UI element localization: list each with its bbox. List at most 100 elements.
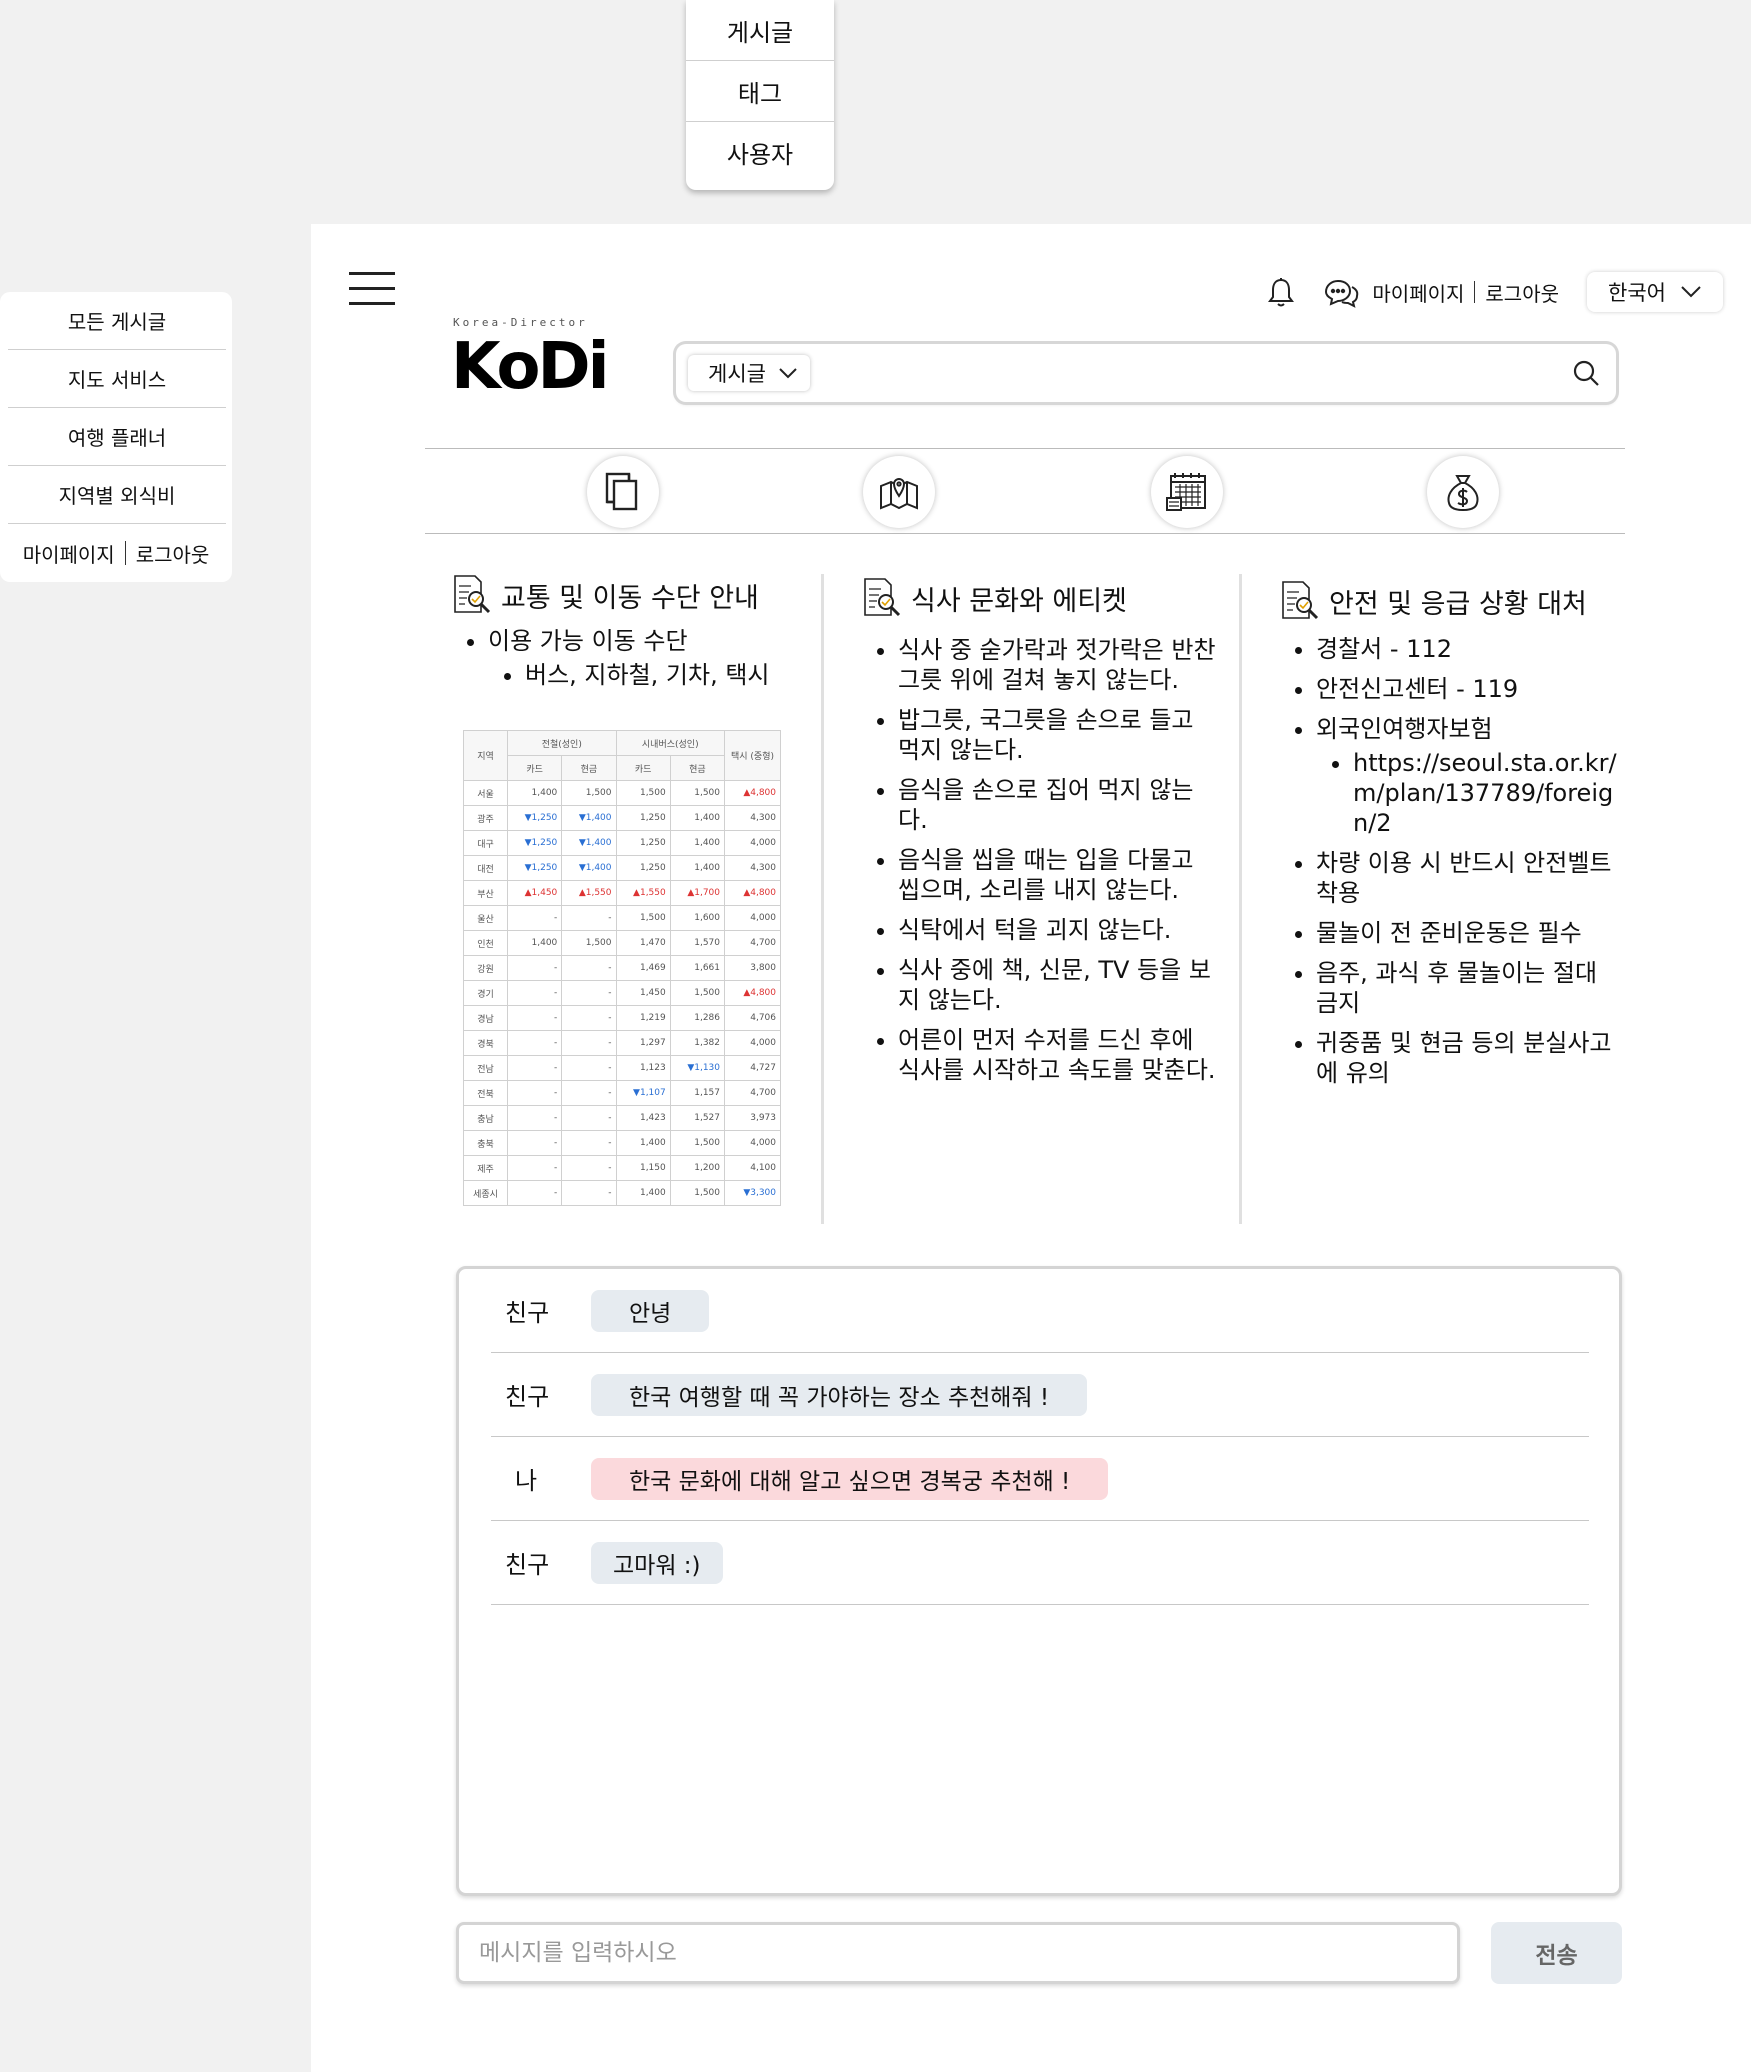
side-menu-dining-cost[interactable]: 지역별 외식비 bbox=[8, 466, 226, 524]
table-row: 서울 1,400 1,500 1,500 1,500 ▲4,800 bbox=[462, 780, 781, 806]
table-row: 전남 - -1,123 ▼1,130 4,727 bbox=[462, 1055, 781, 1081]
scope-option-posts[interactable]: 게시글 bbox=[686, 0, 834, 61]
table-cell: 1,500 bbox=[669, 1130, 726, 1156]
table-header: 카드 bbox=[507, 755, 563, 781]
table-cell: - bbox=[561, 1105, 617, 1131]
hamburger-menu-icon[interactable] bbox=[349, 272, 395, 306]
table-cell: 4,700 bbox=[724, 930, 781, 956]
table-cell: 1,123 bbox=[615, 1055, 671, 1081]
table-cell: - bbox=[561, 1130, 617, 1156]
table-cell: ▲4,800 bbox=[724, 980, 781, 1006]
table-header: 카드 bbox=[615, 755, 671, 781]
list-item: 물놀이 전 준비운동은 필수 bbox=[1316, 918, 1619, 948]
table-cell: 4,000 bbox=[724, 1030, 781, 1056]
fare-table: 지역 전철(성인) 시내버스(성인) 택시 (중형) 카드 현금 카드 현금 서… bbox=[462, 730, 781, 1206]
mypage-link[interactable]: 마이페이지 bbox=[1372, 278, 1464, 307]
language-value: 한국어 bbox=[1608, 281, 1666, 305]
table-row: 인천 1,400 1,500 1,470 1,570 4,700 bbox=[462, 930, 781, 956]
table-cell: ▲1,450 bbox=[507, 880, 563, 906]
dining-section: 식사 문화와 에티켓 식사 중 숟가락과 젓가락은 반찬 그릇 위에 걸쳐 놓지… bbox=[861, 574, 1221, 1085]
send-button[interactable]: 전송 bbox=[1491, 1922, 1622, 1984]
table-cell-region: 대전 bbox=[462, 855, 509, 881]
triangle-up-icon: ▲ bbox=[524, 888, 532, 898]
table-cell: - bbox=[561, 980, 617, 1006]
table-row: 경남 - -1,219 1,286 4,706 bbox=[462, 1005, 781, 1031]
table-cell-region: 광주 bbox=[462, 805, 509, 831]
table-cell: 1,400 bbox=[507, 780, 563, 806]
table-cell: ▼1,250 bbox=[507, 830, 563, 856]
table-cell: 4,000 bbox=[724, 830, 781, 856]
table-cell: 1,500 bbox=[561, 780, 617, 806]
side-menu-map-service[interactable]: 지도 서비스 bbox=[8, 350, 226, 408]
side-menu: 모든 게시글 지도 서비스 여행 플래너 지역별 외식비 마이페이지 로그아웃 bbox=[0, 292, 232, 582]
table-cell: ▲1,700 bbox=[669, 880, 726, 906]
table-cell-region: 울산 bbox=[462, 905, 509, 931]
list-item: 안전신고센터 - 119 bbox=[1316, 674, 1619, 704]
side-menu-all-posts[interactable]: 모든 게시글 bbox=[8, 292, 226, 350]
table-cell: - bbox=[561, 955, 617, 981]
side-menu-logout-link[interactable]: 로그아웃 bbox=[136, 539, 210, 568]
table-cell: 1,500 bbox=[669, 1180, 726, 1206]
table-cell: 1,450 bbox=[615, 980, 671, 1006]
kodi-logo[interactable]: Korea-Director KoDi bbox=[451, 316, 611, 416]
chat-bubble: 고마워 :) bbox=[591, 1541, 723, 1584]
table-cell: 4,100 bbox=[724, 1155, 781, 1181]
table-cell: 3,800 bbox=[724, 955, 781, 981]
search-scope-value: 게시글 bbox=[708, 362, 766, 386]
list-item: 외국인여행자보험 https://seoul.sta.or.kr/m/plan/… bbox=[1316, 714, 1619, 838]
category-nav bbox=[425, 448, 1625, 534]
chat-sender: 친구 bbox=[505, 1299, 550, 1327]
message-input[interactable] bbox=[456, 1922, 1460, 1984]
scope-option-tags[interactable]: 태그 bbox=[686, 61, 834, 122]
table-cell: 1,600 bbox=[669, 905, 726, 931]
documents-icon[interactable] bbox=[587, 456, 659, 528]
list-item: 식사 중 숟가락과 젓가락은 반찬 그릇 위에 걸쳐 놓지 않는다. bbox=[898, 635, 1221, 695]
chevron-down-icon bbox=[1681, 286, 1701, 298]
planner-icon[interactable] bbox=[1151, 456, 1223, 528]
triangle-down-icon: ▼ bbox=[578, 863, 586, 873]
logout-link[interactable]: 로그아웃 bbox=[1485, 278, 1559, 307]
search-scope-select[interactable]: 게시글 bbox=[688, 355, 810, 391]
chat-bubble: 안녕 bbox=[591, 1289, 710, 1332]
table-cell: 1,661 bbox=[669, 955, 726, 981]
table-cell: 1,400 bbox=[615, 1130, 671, 1156]
table-cell-region: 강원 bbox=[462, 955, 509, 981]
search-input[interactable] bbox=[821, 353, 1556, 393]
chat-window[interactable]: 친구 안녕 친구 한국 여행할 때 꼭 가야하는 장소 추천해줘 ! 나 한국 … bbox=[456, 1266, 1622, 1896]
table-cell: 1,250 bbox=[615, 830, 671, 856]
language-select[interactable]: 한국어 bbox=[1587, 272, 1723, 312]
scope-option-users[interactable]: 사용자 bbox=[686, 122, 834, 183]
map-icon[interactable] bbox=[863, 456, 935, 528]
side-menu-mypage-link[interactable]: 마이페이지 bbox=[23, 539, 115, 568]
document-search-icon bbox=[1282, 581, 1319, 620]
table-cell: 1,527 bbox=[669, 1105, 726, 1131]
logo-tagline: Korea-Director bbox=[453, 316, 588, 329]
table-cell: 4,700 bbox=[724, 1080, 781, 1106]
table-cell-region: 경남 bbox=[462, 1005, 509, 1031]
table-cell: 4,300 bbox=[724, 855, 781, 881]
list-item: 밥그릇, 국그릇을 손으로 들고 먹지 않는다. bbox=[898, 705, 1221, 765]
triangle-down-icon: ▼ bbox=[524, 838, 532, 848]
chat-sender: 친구 bbox=[505, 1551, 550, 1579]
bell-icon[interactable] bbox=[1262, 273, 1300, 311]
fare-table-body: 서울 1,400 1,500 1,500 1,500 ▲4,800 광주 ▼1,250 ▼1,4… bbox=[462, 780, 781, 1206]
table-cell: 1,382 bbox=[669, 1030, 726, 1056]
table-cell: 4,000 bbox=[724, 1130, 781, 1156]
money-bag-icon[interactable] bbox=[1427, 456, 1499, 528]
table-cell-region: 충북 bbox=[462, 1130, 509, 1156]
column-divider bbox=[1239, 574, 1242, 1224]
list-item: 이용 가능 이동 수단 버스, 지하철, 기차, 택시 bbox=[488, 626, 771, 690]
search-icon[interactable] bbox=[1568, 355, 1604, 391]
side-menu-travel-planner[interactable]: 여행 플래너 bbox=[8, 408, 226, 466]
table-cell: - bbox=[507, 1030, 563, 1056]
chat-sender: 친구 bbox=[505, 1383, 550, 1411]
table-cell: - bbox=[561, 1005, 617, 1031]
safety-section: 안전 및 응급 상황 대처 경찰서 - 112 안전신고센터 - 119 외국인… bbox=[1279, 574, 1619, 1088]
chat-bubbles-icon[interactable] bbox=[1322, 273, 1360, 311]
table-cell: ▼1,400 bbox=[561, 855, 617, 881]
table-cell-region: 전북 bbox=[462, 1080, 509, 1106]
table-cell-region: 전남 bbox=[462, 1055, 509, 1081]
insurance-link[interactable]: https://seoul.sta.or.kr/m/plan/137789/fo… bbox=[1353, 748, 1619, 838]
list-item: 식탁에서 턱을 괴지 않는다. bbox=[898, 915, 1221, 945]
table-cell: ▼1,250 bbox=[507, 855, 563, 881]
